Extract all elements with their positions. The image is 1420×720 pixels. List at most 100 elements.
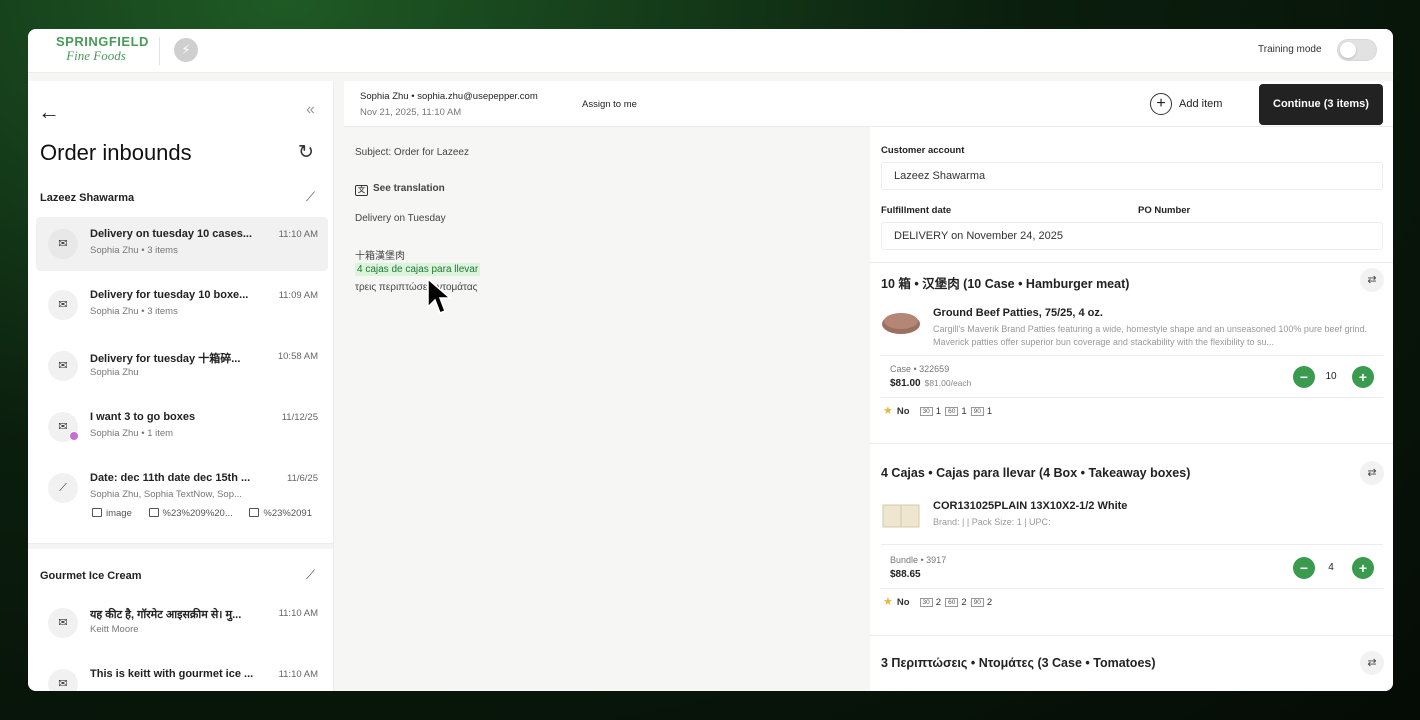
fulfillment-date-label: Fulfillment date <box>881 205 952 216</box>
brand-logo[interactable]: SPRINGFIELD Fine Foods <box>56 34 149 63</box>
line-heading: 3 Περιπτώσεις • Ντομάτες (3 Case • Tomat… <box>881 656 1156 670</box>
magic-wand-icon: ⟋ <box>48 473 78 503</box>
inbound-item[interactable]: ✉ यह कीट है, गॉरमेट आइसक्रीम से। मु... K… <box>36 596 328 650</box>
fulfillment-date-field[interactable]: DELIVERY on November 24, 2025 <box>881 222 1383 250</box>
history-30: 1 <box>935 406 942 417</box>
inbound-meta: Sophia Zhu <box>90 367 139 378</box>
mail-icon: ✉ <box>48 290 78 320</box>
sender: Sophia Zhu • sophia.zhu@usepepper.com <box>360 91 538 102</box>
inbound-item[interactable]: ✉ This is keitt with gourmet ice ... 11:… <box>36 657 328 691</box>
decrement-button[interactable]: − <box>1293 366 1315 388</box>
inbound-meta: Sophia Zhu • 3 items <box>90 245 178 256</box>
swap-icon[interactable]: ⇄ <box>1360 651 1384 675</box>
attachment[interactable]: %23%2091 <box>249 508 312 519</box>
customer-account-field[interactable]: Lazeez Shawarma <box>881 162 1383 190</box>
unread-badge <box>69 431 79 441</box>
add-item-label: Add item <box>1179 97 1223 110</box>
inbound-item[interactable]: ✉ I want 3 to go boxes Sophia Zhu • 1 it… <box>36 400 328 454</box>
card-divider <box>881 544 1383 545</box>
toggle-knob <box>1340 42 1356 58</box>
increment-button[interactable]: + <box>1352 366 1374 388</box>
inbound-time: 11/12/25 <box>281 412 318 423</box>
email-line-highlighted: 4 cajas de cajas para llevar <box>355 263 481 276</box>
attachment[interactable]: %23%209%20... <box>148 508 233 519</box>
email-line: τρεις περιπτώσεις ντομάτας <box>355 282 478 293</box>
inbound-subject: Delivery for tuesday 十箱碎... <box>90 353 241 365</box>
order-history: ★ No 30 1 60 1 90 1 <box>883 404 992 417</box>
product-thumbnail <box>882 313 920 334</box>
collapse-sidebar-icon[interactable]: « <box>306 101 315 119</box>
quantity-value[interactable]: 10 <box>1318 371 1344 382</box>
product-description: Brand: | | Pack Size: 1 | UPC: <box>933 517 1051 527</box>
message-header: Sophia Zhu • sophia.zhu@usepepper.com No… <box>344 81 1393 127</box>
product-name[interactable]: COR131025PLAIN 13X10X2-1/2 White <box>933 500 1127 512</box>
inbound-item[interactable]: ⟋ Date: dec 11th date dec 15th ... Sophi… <box>36 461 328 533</box>
history-60: 1 <box>961 406 967 417</box>
divider <box>870 635 1393 636</box>
inbound-time: 11:10 AM <box>278 669 318 680</box>
add-item-button[interactable]: + Add item <box>1150 93 1222 115</box>
image-icon <box>249 508 260 517</box>
unit-price: $81.00/each <box>924 378 972 388</box>
customer-account-label: Customer account <box>881 145 965 156</box>
group-title: Gourmet Ice Cream <box>40 570 142 582</box>
increment-button[interactable]: + <box>1352 557 1374 579</box>
brand-name: SPRINGFIELD <box>56 34 149 49</box>
days-30-box: 30 <box>919 407 933 416</box>
brand-tagline: Fine Foods <box>66 48 126 63</box>
training-mode-label: Training mode <box>1258 44 1322 55</box>
line-heading: 10 箱 • 汉堡肉 (10 Case • Hamburger meat) <box>881 277 1130 291</box>
top-bar: SPRINGFIELD Fine Foods ⚡ Training mode <box>28 29 1393 73</box>
divider <box>870 262 1393 263</box>
star-icon: ★ <box>883 596 893 608</box>
refresh-icon[interactable]: ↻ <box>298 141 314 164</box>
mouse-cursor-icon <box>427 277 452 314</box>
magic-wand-icon[interactable]: ⟋ <box>306 567 315 583</box>
decrement-button[interactable]: − <box>1293 557 1315 579</box>
bolt-icon[interactable]: ⚡ <box>174 38 198 62</box>
star-icon: ★ <box>883 405 893 417</box>
order-form: Customer account Lazeez Shawarma Fulfill… <box>870 127 1393 691</box>
mail-icon: ✉ <box>48 229 78 259</box>
product-description: Cargill's Maverik Brand Patties featurin… <box>933 324 1367 347</box>
inbound-time: 10:58 AM <box>277 351 318 362</box>
message-date: Nov 21, 2025, 11:10 AM <box>360 107 462 118</box>
product-price: $88.65 <box>890 569 921 580</box>
email-line: Delivery on Tuesday <box>355 213 446 224</box>
history-flag: No <box>896 597 910 608</box>
quantity-value[interactable]: 4 <box>1318 562 1344 573</box>
inbound-item[interactable]: ✉ Delivery on tuesday 10 cases... Sophia… <box>36 217 328 271</box>
product-sku: Bundle • 3917 <box>890 555 947 565</box>
inbound-item[interactable]: ✉ Delivery for tuesday 十箱碎... Sophia Zhu… <box>36 339 328 393</box>
card-divider <box>881 355 1383 356</box>
continue-button[interactable]: Continue (3 items) <box>1259 84 1383 125</box>
inbound-time: 11:10 AM <box>278 229 318 240</box>
assign-to-me-button[interactable]: Assign to me <box>582 99 637 110</box>
see-translation-button[interactable]: 文 See translation <box>355 183 445 196</box>
attachment[interactable]: image <box>92 508 132 519</box>
sidebar: ← « Order inbounds ↻ Lazeez Shawarma ⟋ ✉… <box>28 81 334 691</box>
history-30: 2 <box>935 597 942 608</box>
card-divider <box>881 397 1383 398</box>
back-arrow-icon[interactable]: ← <box>38 99 60 125</box>
swap-icon[interactable]: ⇄ <box>1360 268 1384 292</box>
training-mode-toggle[interactable] <box>1337 39 1377 61</box>
inbound-subject: Delivery on tuesday 10 cases... <box>90 228 253 240</box>
attachment-name: image <box>106 508 132 519</box>
attachment-list: image %23%209%20... %23%2091 <box>92 508 326 519</box>
attachment-name: %23%209%20... <box>162 508 233 519</box>
product-name[interactable]: Ground Beef Patties, 75/25, 4 oz. <box>933 307 1103 319</box>
card-divider <box>881 588 1383 589</box>
swap-icon[interactable]: ⇄ <box>1360 461 1384 485</box>
email-subject: Subject: Order for Lazeez <box>355 147 469 158</box>
app-window: SPRINGFIELD Fine Foods ⚡ Training mode ←… <box>28 29 1393 691</box>
inbound-item[interactable]: ✉ Delivery for tuesday 10 boxe... Sophia… <box>36 278 328 332</box>
inbound-subject: Delivery for tuesday 10 boxe... <box>90 289 249 301</box>
inbound-subject: This is keitt with gourmet ice ... <box>90 668 254 680</box>
magic-wand-icon[interactable]: ⟋ <box>306 189 315 205</box>
email-body: Subject: Order for Lazeez 文 See translati… <box>344 127 868 691</box>
image-icon <box>92 508 102 517</box>
product-price: $81.00 $81.00/each <box>890 378 971 389</box>
translate-icon: 文 <box>355 185 368 196</box>
inbound-time: 11:10 AM <box>278 608 318 619</box>
